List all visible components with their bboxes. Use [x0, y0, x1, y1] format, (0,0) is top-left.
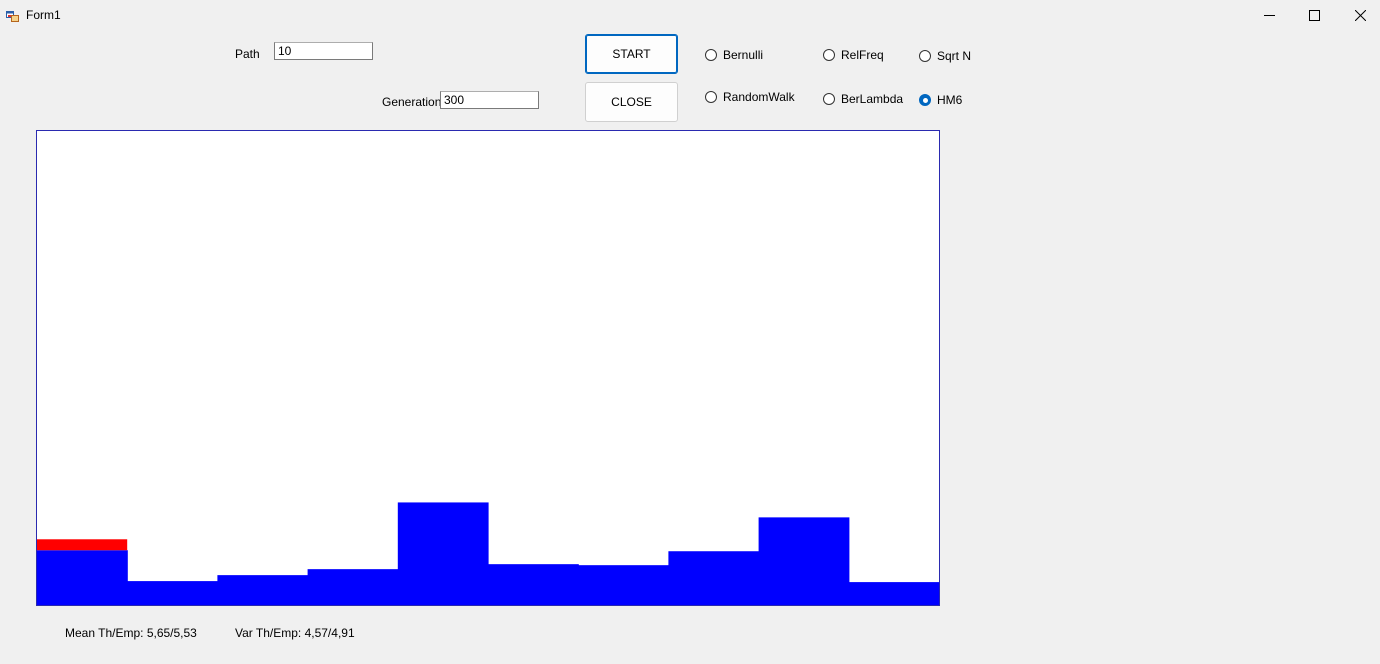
- histogram-bar-5: [397, 502, 489, 605]
- app-icon: [6, 11, 19, 22]
- histogram-bar-4: [307, 569, 399, 605]
- radio-berlambda[interactable]: BerLambda: [823, 92, 903, 106]
- radio-circle: [919, 50, 931, 62]
- generation-label: Generation: [382, 95, 442, 109]
- radio-circle: [705, 49, 717, 61]
- path-input[interactable]: [274, 42, 373, 60]
- path-label: Path: [235, 47, 260, 61]
- histogram-bar-10: [848, 582, 939, 605]
- minimize-icon: [1263, 15, 1275, 16]
- histogram-bar-8: [668, 551, 760, 605]
- histogram-plot: [36, 130, 940, 606]
- radio-label: BerLambda: [841, 92, 904, 106]
- close-button[interactable]: CLOSE: [585, 82, 678, 122]
- radio-label: HM6: [937, 93, 963, 107]
- radio-label: Sqrt N: [937, 49, 972, 63]
- radio-label: RandomWalk: [723, 90, 795, 104]
- histogram-bar-7: [578, 565, 669, 605]
- mean-stat-label: Mean Th/Emp: 5,65/5,53: [65, 626, 197, 640]
- title-bar: Form1: [0, 0, 1380, 31]
- maximize-button[interactable]: [1291, 0, 1337, 31]
- radio-circle: [823, 49, 835, 61]
- radio-sqrt-n[interactable]: Sqrt N: [919, 49, 971, 63]
- radio-circle: [823, 93, 835, 105]
- radio-hm6[interactable]: HM6: [919, 93, 962, 107]
- radio-label: RelFreq: [841, 48, 884, 62]
- window-title: Form1: [26, 8, 61, 22]
- radio-label: Bernulli: [723, 48, 764, 62]
- histogram-bar-2: [127, 581, 218, 605]
- close-window-button[interactable]: [1337, 0, 1380, 31]
- histogram-svg: [37, 502, 939, 605]
- histogram-bar-6: [488, 564, 579, 605]
- theoretical-marker: [37, 539, 128, 551]
- radio-randomwalk[interactable]: RandomWalk: [705, 90, 795, 104]
- var-stat-label: Var Th/Emp: 4,57/4,91: [235, 626, 355, 640]
- radio-circle-checked: [919, 94, 931, 106]
- maximize-icon: [1308, 10, 1320, 21]
- close-icon: [1354, 10, 1366, 21]
- radio-relfreq[interactable]: RelFreq: [823, 48, 884, 62]
- histogram-bar-3: [217, 575, 309, 605]
- minimize-button[interactable]: [1246, 0, 1292, 31]
- radio-circle: [705, 91, 717, 103]
- histogram-bar-9: [758, 517, 850, 605]
- start-button[interactable]: START: [585, 34, 678, 74]
- generation-input[interactable]: [440, 91, 539, 109]
- histogram-bar-1: [37, 550, 128, 605]
- radio-bernulli[interactable]: Bernulli: [705, 48, 763, 62]
